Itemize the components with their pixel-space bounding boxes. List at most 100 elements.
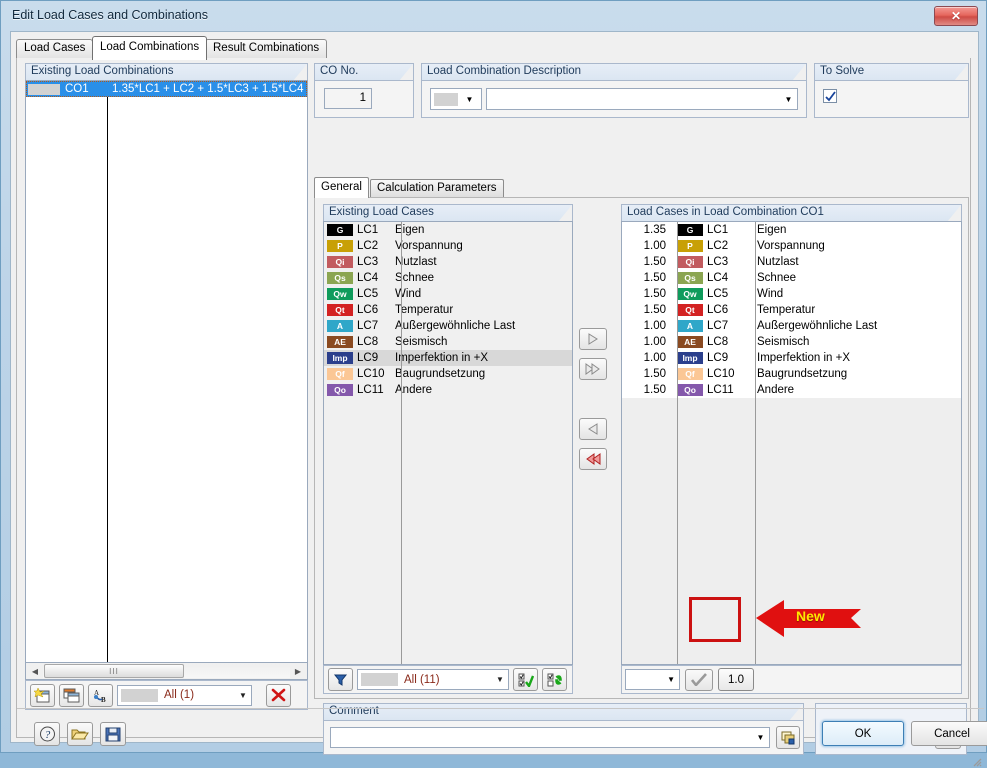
table-row[interactable]: 1.50QtLC6Temperatur bbox=[622, 302, 961, 318]
close-icon[interactable]: ✕ bbox=[934, 6, 978, 26]
existing-load-combinations-list[interactable]: CO1 1.35*LC1 + LC2 + 1.5*LC3 + 1.5*LC4 + bbox=[25, 80, 308, 663]
table-row[interactable]: 1.50QiLC3Nutzlast bbox=[622, 254, 961, 270]
unit-factor-button[interactable]: 1.0 bbox=[718, 668, 754, 691]
tab-load-combinations[interactable]: Load Combinations bbox=[92, 36, 207, 60]
color-swatch bbox=[434, 93, 458, 106]
load-case-id: LC3 bbox=[707, 256, 728, 268]
chevron-down-icon[interactable]: ▼ bbox=[780, 95, 797, 104]
dialog-title: Edit Load Cases and Combinations bbox=[12, 8, 208, 22]
co-number-title: CO No. bbox=[314, 63, 414, 80]
copy-combination-icon[interactable] bbox=[59, 684, 84, 707]
combination-factor[interactable]: 1.50 bbox=[622, 304, 674, 316]
column-divider bbox=[401, 222, 402, 665]
to-solve-checkbox[interactable] bbox=[823, 89, 837, 103]
transfer-right-single-button[interactable] bbox=[579, 328, 607, 350]
combination-factor[interactable]: 1.50 bbox=[622, 384, 674, 396]
load-case-id: LC8 bbox=[357, 336, 395, 348]
load-case-cell: QoLC11 bbox=[674, 384, 752, 396]
check-icon[interactable] bbox=[685, 669, 713, 691]
combination-factor[interactable]: 1.00 bbox=[622, 240, 674, 252]
group-notch bbox=[954, 64, 968, 80]
chevron-down-icon[interactable]: ▼ bbox=[458, 95, 481, 104]
transfer-right-all-button[interactable] bbox=[579, 358, 607, 380]
combinations-filter-select[interactable]: All (1) ▼ bbox=[117, 685, 252, 706]
filter-swatch bbox=[121, 689, 158, 702]
tab-result-combinations[interactable]: Result Combinations bbox=[205, 39, 327, 58]
list-item[interactable]: ImpLC9Imperfektion in +X bbox=[324, 350, 572, 366]
scroll-right-arrow-icon[interactable]: ▶ bbox=[290, 664, 306, 679]
load-case-name: Außergewöhnliche Last bbox=[395, 320, 572, 332]
annotation-label: New bbox=[796, 608, 825, 624]
transfer-left-single-button[interactable] bbox=[579, 418, 607, 440]
table-row[interactable]: 1.00AELC8Seismisch bbox=[622, 334, 961, 350]
load-case-name: Temperatur bbox=[395, 304, 572, 316]
load-case-id: LC8 bbox=[707, 336, 728, 348]
tab-general[interactable]: General bbox=[314, 177, 369, 198]
ok-button[interactable]: OK bbox=[822, 721, 904, 746]
description-input[interactable]: ▼ bbox=[486, 88, 798, 110]
load-case-name: Eigen bbox=[752, 224, 961, 236]
chevron-down-icon[interactable]: ▼ bbox=[235, 691, 251, 700]
invert-selection-icon[interactable] bbox=[542, 668, 567, 691]
table-row[interactable]: CO1 1.35*LC1 + LC2 + 1.5*LC3 + 1.5*LC4 + bbox=[26, 81, 307, 97]
list-item[interactable]: QsLC4Schnee bbox=[324, 270, 572, 286]
list-item[interactable]: PLC2Vorspannung bbox=[324, 238, 572, 254]
load-case-name: Eigen bbox=[395, 224, 572, 236]
load-case-name: Imperfektion in +X bbox=[395, 352, 572, 364]
renumber-icon[interactable]: A B bbox=[88, 684, 113, 707]
transfer-left-all-button[interactable] bbox=[579, 448, 607, 470]
help-icon[interactable]: ? bbox=[34, 722, 60, 746]
combinations-toolbar: A B All (1) ▼ bbox=[25, 680, 308, 710]
table-row[interactable]: 1.50QsLC4Schnee bbox=[622, 270, 961, 286]
existing-load-cases-title: Existing Load Cases bbox=[323, 204, 573, 221]
table-row[interactable]: 1.50QwLC5Wind bbox=[622, 286, 961, 302]
co-number-input[interactable]: 1 bbox=[324, 88, 372, 109]
chevron-down-icon[interactable]: ▼ bbox=[630, 675, 679, 684]
load-cases-filter-select[interactable]: All (11) ▼ bbox=[357, 669, 509, 690]
new-combination-icon[interactable] bbox=[30, 684, 55, 707]
load-case-badge: Qf bbox=[327, 368, 353, 380]
delete-icon[interactable] bbox=[266, 684, 291, 707]
combination-factor[interactable]: 1.50 bbox=[622, 272, 674, 284]
list-item[interactable]: QwLC5Wind bbox=[324, 286, 572, 302]
list-item[interactable]: QtLC6Temperatur bbox=[324, 302, 572, 318]
tab-load-cases[interactable]: Load Cases bbox=[16, 39, 93, 58]
tab-calculation-parameters[interactable]: Calculation Parameters bbox=[370, 179, 504, 197]
funnel-icon[interactable] bbox=[328, 668, 353, 691]
resize-grip[interactable] bbox=[970, 755, 982, 767]
load-case-name: Baugrundsetzung bbox=[395, 368, 572, 380]
combination-factor[interactable]: 1.00 bbox=[622, 352, 674, 364]
load-case-id: LC9 bbox=[707, 352, 728, 364]
list-item[interactable]: AELC8Seismisch bbox=[324, 334, 572, 350]
combination-factor[interactable]: 1.00 bbox=[622, 320, 674, 332]
list-item[interactable]: ALC7Außergewöhnliche Last bbox=[324, 318, 572, 334]
table-row[interactable]: 1.00ALC7Außergewöhnliche Last bbox=[622, 318, 961, 334]
select-all-icon[interactable] bbox=[513, 668, 538, 691]
combination-factor[interactable]: 1.50 bbox=[622, 368, 674, 380]
chevron-down-icon[interactable]: ▼ bbox=[492, 675, 508, 684]
factor-select[interactable]: ▼ bbox=[625, 669, 680, 690]
list-item[interactable]: QiLC3Nutzlast bbox=[324, 254, 572, 270]
table-row[interactable]: 1.50QfLC10Baugrundsetzung bbox=[622, 366, 961, 382]
combination-factor[interactable]: 1.00 bbox=[622, 336, 674, 348]
existing-load-cases-list[interactable]: GLC1EigenPLC2VorspannungQiLC3NutzlastQsL… bbox=[323, 221, 573, 665]
open-folder-icon[interactable] bbox=[67, 722, 93, 746]
table-row[interactable]: 1.50QoLC11Andere bbox=[622, 382, 961, 398]
cancel-button[interactable]: Cancel bbox=[911, 721, 987, 746]
list-item[interactable]: QfLC10Baugrundsetzung bbox=[324, 366, 572, 382]
horizontal-scrollbar[interactable]: ◀ ▶ III bbox=[25, 663, 308, 680]
table-row[interactable]: 1.00PLC2Vorspannung bbox=[622, 238, 961, 254]
combination-factor[interactable]: 1.35 bbox=[622, 224, 674, 236]
combination-factor[interactable]: 1.50 bbox=[622, 288, 674, 300]
save-icon[interactable] bbox=[100, 722, 126, 746]
load-case-name: Wind bbox=[395, 288, 572, 300]
table-row[interactable]: 1.00ImpLC9Imperfektion in +X bbox=[622, 350, 961, 366]
combination-factor[interactable]: 1.50 bbox=[622, 256, 674, 268]
scrollbar-thumb[interactable]: III bbox=[44, 664, 184, 678]
description-color-select[interactable]: ▼ bbox=[430, 88, 482, 110]
scroll-left-arrow-icon[interactable]: ◀ bbox=[27, 664, 43, 679]
list-item[interactable]: QoLC11Andere bbox=[324, 382, 572, 398]
load-case-name: Außergewöhnliche Last bbox=[752, 320, 961, 332]
list-item[interactable]: GLC1Eigen bbox=[324, 222, 572, 238]
table-row[interactable]: 1.35GLC1Eigen bbox=[622, 222, 961, 238]
